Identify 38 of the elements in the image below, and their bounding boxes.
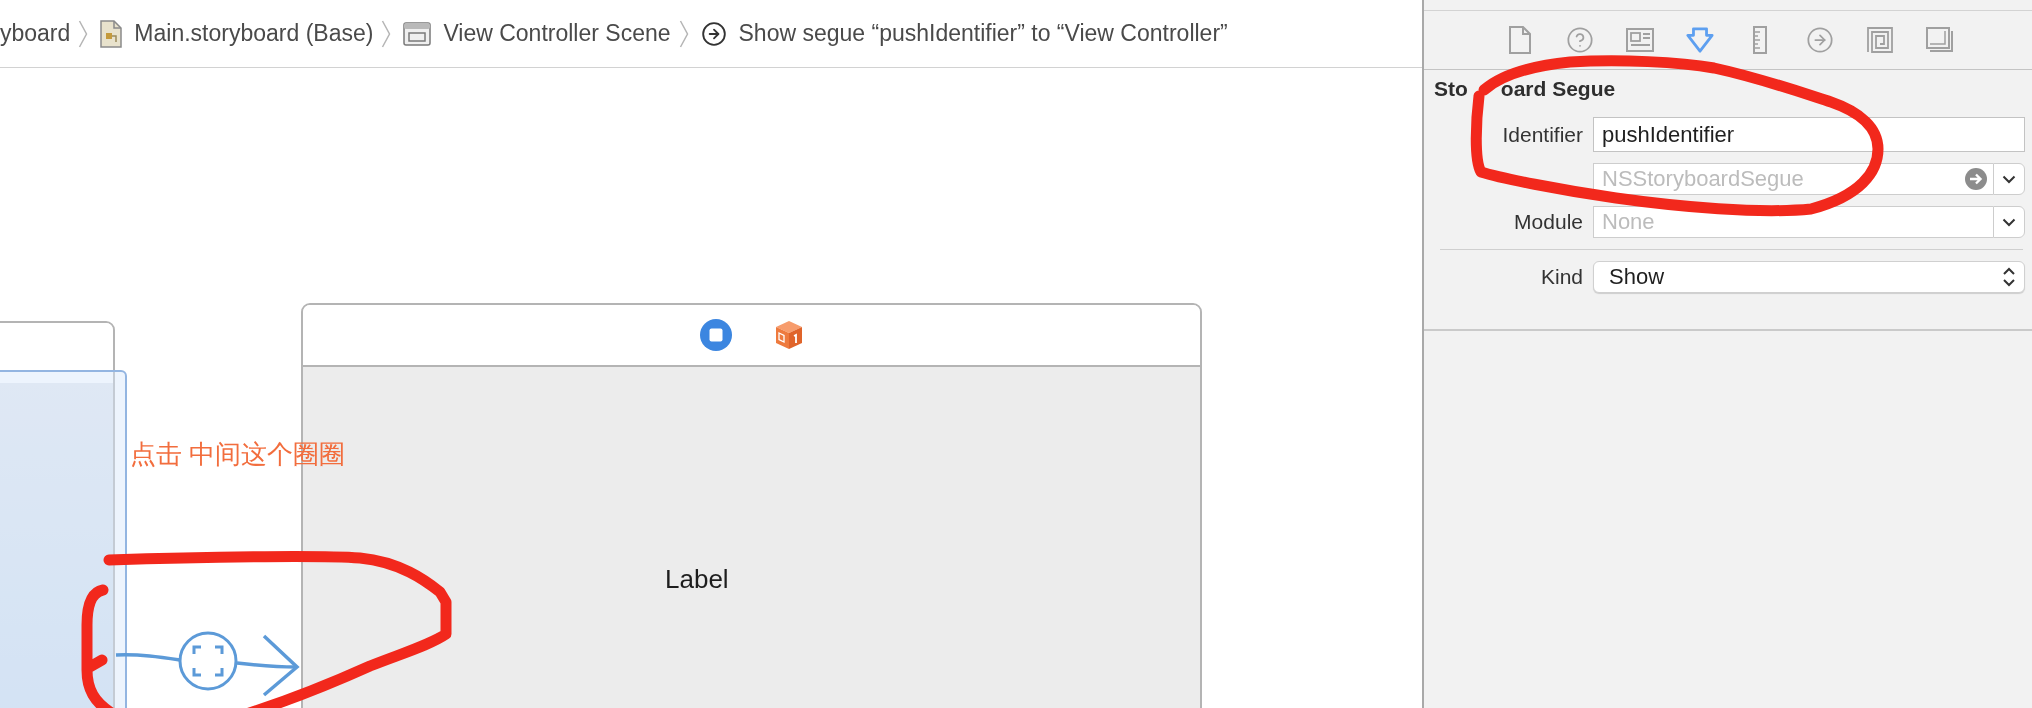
- storyboard-file-icon: [100, 19, 123, 48]
- field-label: Identifier: [1502, 122, 1583, 147]
- chevron-down-icon: [2002, 217, 2016, 227]
- ruler-icon[interactable]: [1753, 26, 1767, 54]
- label-text: Label: [665, 564, 729, 594]
- breadcrumb-item[interactable]: Main.storyboard (Base): [100, 19, 374, 48]
- arrow-circle-icon[interactable]: [1965, 168, 1987, 190]
- up-down-chevron-icon: [2002, 266, 2016, 288]
- annotation-text: 点击 中间这个圈圈: [130, 438, 346, 470]
- square-circle-icon[interactable]: [700, 319, 732, 351]
- field-label: Kind: [1540, 265, 1583, 289]
- window-shadow-icon[interactable]: [1926, 27, 1954, 53]
- help-icon[interactable]: [1566, 26, 1594, 54]
- dropdown-button[interactable]: [1993, 163, 2025, 195]
- breadcrumb-item[interactable]: Show segue “pushIdentifier” to “View Controller”: [700, 20, 1228, 47]
- field-label: Module: [1514, 210, 1583, 234]
- segue-line: [115, 653, 181, 662]
- dropdown-button[interactable]: [1993, 206, 2025, 238]
- section-heading: Sto: [1434, 77, 1468, 101]
- document-icon[interactable]: [1508, 26, 1532, 54]
- combo-field[interactable]: NSStoryboardSegue: [1593, 163, 1993, 195]
- chevron-icon: [78, 19, 89, 48]
- chevron-icon: [678, 19, 689, 48]
- breadcrumb-item[interactable]: yboard: [0, 20, 71, 47]
- chevron-icon: [381, 19, 392, 48]
- popup-button[interactable]: Show: [1593, 261, 2025, 293]
- cube-icon[interactable]: [774, 320, 804, 350]
- text-field[interactable]: pushIdentifier: [1593, 117, 2025, 152]
- arrow-circle-icon[interactable]: [1806, 26, 1834, 54]
- down-arrow-icon[interactable]: [1686, 26, 1714, 54]
- arrow-circle-icon: [700, 20, 727, 47]
- scene-icon: [403, 21, 432, 46]
- breadcrumb-item[interactable]: View Controller Scene: [403, 20, 671, 47]
- id-card-icon[interactable]: [1626, 28, 1654, 52]
- section-heading: oard Segue: [1500, 77, 1616, 101]
- segue-circle[interactable]: [178, 631, 238, 691]
- chevron-down-icon: [2002, 174, 2016, 184]
- square-spiral-icon[interactable]: [1867, 27, 1893, 53]
